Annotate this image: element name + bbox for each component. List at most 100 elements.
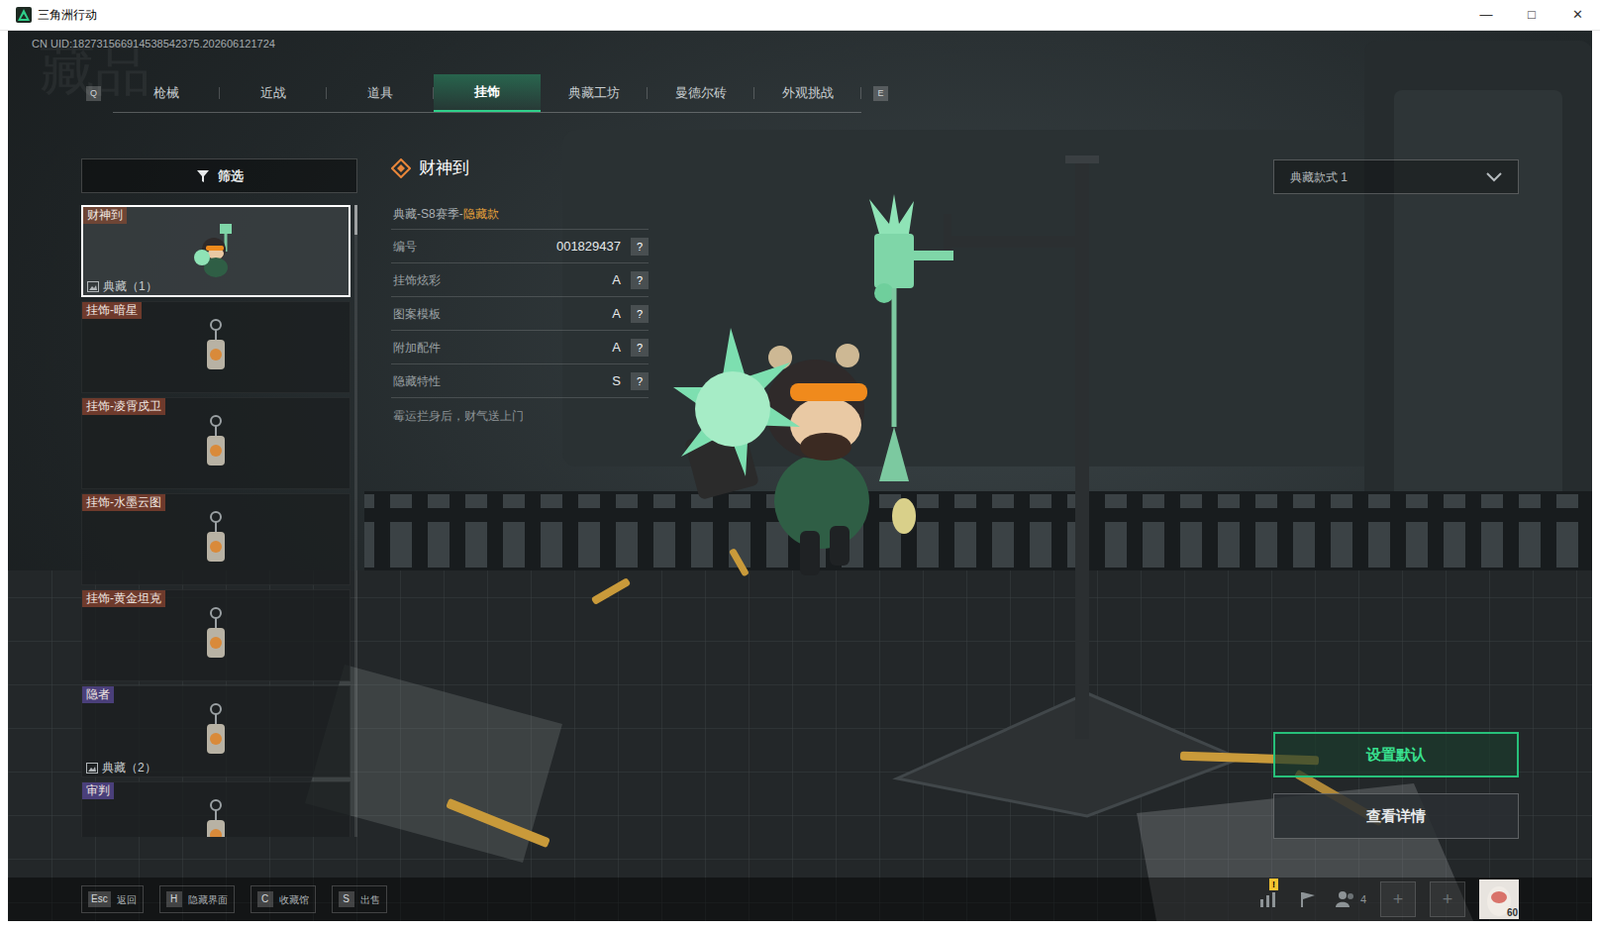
charm-icon [200, 605, 231, 666]
key-cap: C [257, 891, 274, 907]
party-count: 4 [1360, 891, 1367, 908]
item-card[interactable]: 财神到典藏（1） [81, 204, 351, 298]
party-button[interactable]: 4 [1334, 890, 1367, 908]
key-hint-label: 收藏馆 [279, 892, 309, 907]
item-card[interactable]: 挂饰-黄金坦克 [81, 589, 351, 682]
empty-slot-button[interactable]: + [1380, 881, 1416, 917]
item-card[interactable]: 挂饰-暗星 [81, 300, 351, 394]
item-badge: 典藏（1） [102, 277, 158, 296]
attribute-value-group: S? [611, 371, 649, 392]
main-area: 筛选 财神到典藏（1） 挂饰-暗星挂饰-凌霄戍卫挂饰-水墨云图挂饰-黄金坦克隐者典… [7, 158, 1593, 878]
item-card[interactable]: 审判 [81, 781, 351, 837]
item-tag: 审判 [82, 782, 114, 800]
tab-strip: 枪械 近战 道具 挂饰 典藏工坊 曼德尔砖 外观挑战 [112, 74, 862, 113]
style-dropdown[interactable]: 典藏款式 1 [1273, 159, 1519, 195]
filter-icon [196, 169, 210, 184]
item-card[interactable]: 隐者典藏（2） [81, 685, 351, 778]
help-button[interactable]: ? [630, 271, 649, 290]
item-tag-row: 挂饰-黄金坦克 [82, 590, 350, 607]
player-level: 60 [1506, 906, 1518, 919]
minimize-button[interactable]: — [1463, 0, 1509, 30]
alert-badge: ! [1269, 878, 1279, 891]
item-list: 财神到典藏（1） 挂饰-暗星挂饰-凌霄戍卫挂饰-水墨云图挂饰-黄金坦克隐者典藏（2… [81, 204, 351, 837]
item-tag-row: 财神到 [83, 206, 349, 224]
attribute-label: 附加配件 [393, 338, 441, 357]
item-badge-row [82, 568, 350, 585]
item-badge-row: 典藏（2） [82, 760, 350, 777]
key-hint-label: 出售 [360, 892, 381, 907]
item-tag: 挂饰-暗星 [82, 301, 142, 319]
item-thumbnail [83, 223, 349, 280]
help-button[interactable]: ? [630, 338, 649, 357]
tab[interactable]: 外观挑战 [754, 74, 862, 112]
prev-tab-key[interactable]: Q [86, 86, 101, 101]
help-button[interactable]: ? [630, 237, 649, 256]
item-card[interactable]: 挂饰-水墨云图 [81, 493, 351, 586]
key-hint[interactable]: C 收藏馆 [250, 885, 316, 913]
view-details-button[interactable]: 查看详情 [1273, 793, 1519, 839]
next-tab-key[interactable]: E [873, 86, 889, 101]
category-label: 典藏-S8赛季- [393, 204, 464, 223]
close-button[interactable]: ✕ [1554, 0, 1600, 30]
attribute-value-group: 001829437? [556, 236, 649, 257]
attribute-label: 图案模板 [393, 304, 441, 323]
attribute-row: 编号 001829437? [391, 229, 649, 264]
key-hint[interactable]: Esc返回 [81, 885, 144, 913]
people-icon [1334, 890, 1357, 908]
flag-button[interactable] [1295, 886, 1321, 912]
attribute-value: S [611, 371, 621, 392]
item-tag-row: 挂饰-凌霄戍卫 [82, 398, 350, 415]
rarity-diamond-icon [391, 158, 411, 179]
action-column: 典藏款式 1 设置默认查看详情 [1273, 158, 1519, 878]
filter-button[interactable]: 筛选 [81, 158, 358, 194]
tab-label: 近战 [260, 83, 287, 103]
set-default-button[interactable]: 设置默认 [1273, 731, 1519, 778]
item-badge-row: 典藏（1） [83, 279, 349, 296]
charm-icon [200, 413, 231, 474]
item-thumbnail [82, 510, 350, 569]
maximize-button[interactable]: □ [1508, 0, 1555, 30]
item-tag: 挂饰-水墨云图 [82, 494, 166, 511]
item-thumbnail [82, 318, 350, 377]
tab[interactable]: 枪械 [112, 74, 220, 112]
help-button[interactable]: ? [630, 372, 649, 391]
tab[interactable]: 曼德尔砖 [647, 74, 755, 112]
uid-label: CN UID:182731566914538542375.20260612172… [31, 36, 1593, 51]
attribute-row: 挂饰炫彩A? [391, 263, 649, 298]
empty-slot-button[interactable]: + [1429, 881, 1466, 917]
key-hint[interactable]: S出售 [331, 885, 388, 913]
scrollbar-thumb[interactable] [354, 204, 358, 235]
item-badge-row [82, 664, 350, 681]
prev-tab-key-wrap: Q [74, 74, 113, 113]
key-cap: Esc [88, 891, 111, 907]
detail-description: 霉运拦身后，财气送上门 [391, 405, 649, 426]
tab[interactable]: 道具 [326, 74, 434, 112]
tab[interactable]: 近战 [219, 74, 327, 112]
tab-label: 曼德尔砖 [675, 83, 727, 103]
charm-icon [200, 317, 231, 378]
charm-icon [192, 221, 240, 282]
attribute-label: 编号 [393, 237, 417, 256]
key-hint[interactable]: H隐藏界面 [159, 885, 235, 913]
key-hint-label: 隐藏界面 [188, 892, 228, 907]
scrollbar[interactable] [354, 204, 358, 837]
filter-label: 筛选 [217, 166, 244, 187]
item-thumbnail [82, 606, 350, 665]
app-logo-icon [15, 6, 32, 23]
attribute-row: 附加配件A? [391, 330, 649, 365]
tab[interactable]: 典藏工坊 [540, 74, 648, 112]
detail-header: 财神到 [391, 158, 649, 179]
item-panel: 筛选 财神到典藏（1） 挂饰-暗星挂饰-凌霄戍卫挂饰-水墨云图挂饰-黄金坦克隐者典… [81, 158, 358, 878]
help-button[interactable]: ? [630, 304, 649, 323]
charm-icon [200, 701, 231, 762]
charm-icon [200, 509, 231, 570]
item-card[interactable]: 挂饰-凌霄戍卫 [81, 397, 351, 490]
tab[interactable]: 挂饰 [433, 74, 541, 112]
attribute-value: 001829437 [556, 236, 621, 257]
player-avatar[interactable]: 60 [1479, 879, 1519, 919]
item-thumbnail [82, 702, 350, 761]
button-label: 查看详情 [1366, 804, 1426, 828]
tab-label: 挂饰 [474, 82, 500, 102]
stats-button[interactable]: ! [1255, 886, 1282, 912]
attribute-value: A [611, 270, 621, 291]
